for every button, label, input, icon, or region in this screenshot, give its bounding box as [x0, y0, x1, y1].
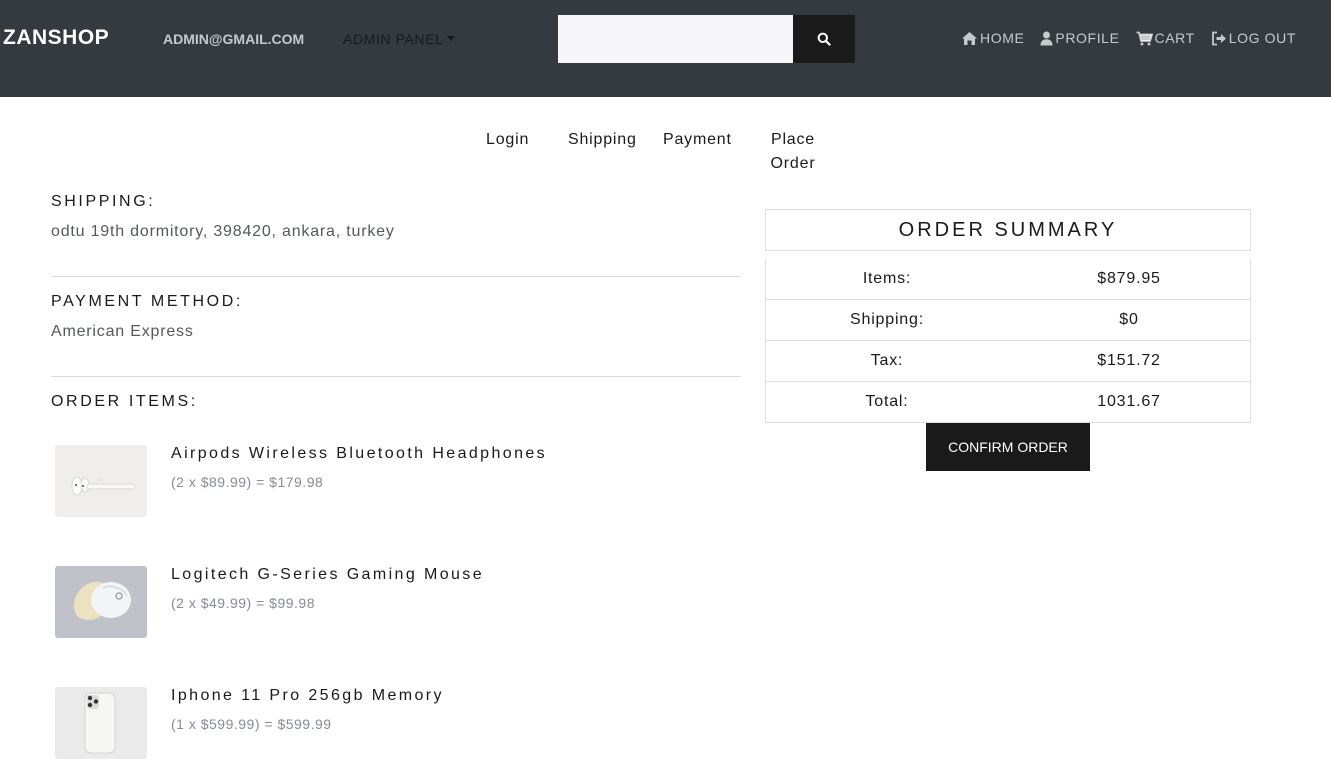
navbar: ZANSHOP ADMIN@GMAIL.COM ADMIN PANEL HOME… [0, 0, 1331, 97]
nav-logout-link[interactable]: LOG OUT [1211, 30, 1296, 46]
step-place-order-line2: Order [770, 155, 816, 172]
step-place-order-line1: Place [770, 131, 816, 148]
payment-method-heading: PAYMENT METHOD: [51, 293, 243, 310]
summary-shipping-label: Shipping: [850, 311, 924, 328]
order-items-heading: ORDER ITEMS: [51, 393, 198, 410]
home-icon [962, 31, 977, 45]
summary-items-label: Items: [862, 270, 912, 287]
shipping-address: odtu 19th dormitory, 398420, ankara, tur… [51, 223, 395, 240]
order-item: Logitech G-Series Gaming Mouse (2 x $49.… [55, 566, 745, 640]
order-item-price: (2 x $89.99) = $179.98 [171, 474, 324, 490]
user-email-dropdown[interactable]: ADMIN@GMAIL.COM [163, 31, 304, 47]
order-summary-header: ORDER SUMMARY [765, 209, 1251, 251]
nav-home-label: HOME [980, 30, 1025, 46]
nav-links: HOME PROFILE CART LOG OUT [961, 30, 1296, 46]
divider [51, 376, 741, 377]
summary-row-total: Total: 1031.67 [766, 381, 1250, 422]
divider [51, 276, 741, 277]
order-item-price: (2 x $49.99) = $99.98 [171, 595, 315, 611]
nav-profile-link[interactable]: PROFILE [1040, 30, 1119, 46]
summary-total-value: 1031.67 [1097, 393, 1161, 410]
order-item: Airpods Wireless Bluetooth Headphones (2… [55, 445, 745, 519]
step-place-order[interactable]: Place Order [766, 128, 820, 176]
confirm-order-button[interactable]: CONFIRM ORDER [926, 423, 1090, 471]
nav-home-link[interactable]: HOME [961, 30, 1024, 46]
order-summary-table: Items: $879.95 Shipping: $0 Tax: $151.72… [765, 259, 1251, 423]
brand-logo[interactable]: ZANSHOP [3, 26, 109, 50]
nav-profile-label: PROFILE [1055, 30, 1120, 46]
order-item-price: (1 x $599.99) = $599.99 [171, 716, 332, 732]
order-summary-title: ORDER SUMMARY [898, 218, 1118, 241]
iphone-image [55, 687, 147, 759]
summary-total-label: Total: [865, 393, 909, 410]
order-item-name[interactable]: Logitech G-Series Gaming Mouse [171, 566, 484, 584]
checkout-steps: Login Shipping Payment Place Order [0, 128, 1331, 178]
summary-tax-label: Tax: [870, 352, 904, 369]
logout-icon [1211, 31, 1226, 45]
order-item: Iphone 11 Pro 256gb Memory (1 x $599.99)… [55, 687, 745, 761]
mouse-image [55, 566, 147, 638]
caret-down-icon [447, 36, 456, 41]
admin-panel-label: ADMIN PANEL [343, 31, 444, 47]
order-item-name[interactable]: Iphone 11 Pro 256gb Memory [171, 687, 444, 705]
search-button[interactable] [793, 15, 855, 63]
search-input[interactable] [558, 15, 793, 63]
nav-cart-link[interactable]: CART [1136, 30, 1195, 46]
shipping-heading: SHIPPING: [51, 193, 156, 210]
payment-method-value: American Express [51, 323, 194, 340]
search-icon [817, 32, 831, 46]
order-item-name[interactable]: Airpods Wireless Bluetooth Headphones [171, 445, 547, 463]
admin-panel-dropdown[interactable]: ADMIN PANEL [343, 31, 456, 47]
summary-items-value: $879.95 [1097, 270, 1161, 287]
summary-tax-value: $151.72 [1097, 352, 1161, 369]
user-icon [1040, 31, 1053, 45]
nav-logout-label: LOG OUT [1228, 30, 1296, 46]
step-login[interactable]: Login [486, 128, 529, 152]
step-shipping[interactable]: Shipping [568, 128, 637, 152]
nav-cart-label: CART [1154, 30, 1195, 46]
summary-row-items: Items: $879.95 [766, 259, 1250, 299]
step-payment[interactable]: Payment [663, 128, 732, 152]
summary-row-tax: Tax: $151.72 [766, 340, 1250, 381]
cart-icon [1136, 31, 1153, 45]
airpods-image [55, 445, 147, 517]
summary-shipping-value: $0 [1119, 311, 1139, 328]
summary-row-shipping: Shipping: $0 [766, 299, 1250, 340]
